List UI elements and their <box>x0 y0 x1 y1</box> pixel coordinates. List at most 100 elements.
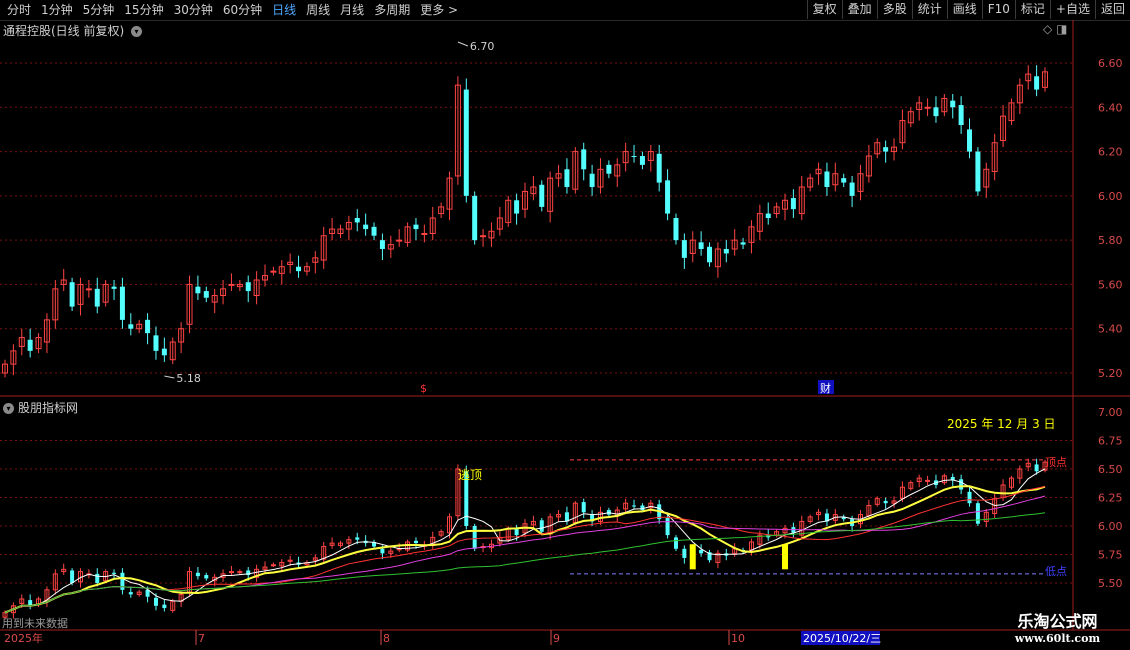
candle-body <box>682 548 687 558</box>
candle-body <box>195 286 201 294</box>
candle-body <box>195 572 200 577</box>
time-label: 10 <box>731 632 745 645</box>
main-panel-title: 通程控股(日线 前复权) ▾ <box>3 22 143 39</box>
candle-body <box>296 266 302 272</box>
candle-body <box>371 226 377 236</box>
candle-body <box>27 339 33 351</box>
candle-body <box>883 147 889 152</box>
candle-body <box>355 537 360 540</box>
panel-controls: ◇ ◨ <box>1043 22 1067 36</box>
candle-body <box>589 173 595 187</box>
candle-body <box>472 526 477 549</box>
watermark-line2: www.60lt.com <box>1014 632 1101 645</box>
y-tick-label: 6.00 <box>1098 190 1123 203</box>
candle-body <box>883 500 888 504</box>
candle-body <box>413 540 418 544</box>
candle-body <box>681 240 687 258</box>
candle-body <box>665 180 671 214</box>
top-label: 顶点 <box>1045 456 1067 469</box>
candle-body <box>95 573 100 583</box>
indicator-tick-label: 7.00 <box>1098 406 1123 419</box>
candle-body <box>631 156 637 157</box>
candle-body <box>958 105 964 125</box>
candle-body <box>539 184 545 207</box>
candle-body <box>959 479 964 490</box>
candle-body <box>514 200 520 214</box>
candle-body <box>203 291 209 298</box>
candle-body <box>145 319 151 334</box>
candle-body <box>363 224 369 230</box>
candle-body <box>975 503 980 524</box>
marker-cai: 财 <box>820 381 831 395</box>
escape-top-label: 逃顶 <box>458 468 482 482</box>
candle-body <box>924 106 931 109</box>
candle-body <box>270 564 276 567</box>
indicator-panel-title: ▾ 股朋指标网 <box>3 399 78 416</box>
marker-dollar: $ <box>420 382 427 395</box>
candle-body <box>740 242 746 245</box>
candle-body <box>480 235 487 238</box>
candle-body <box>673 218 679 241</box>
diamond-icon[interactable]: ◇ <box>1043 22 1052 36</box>
candle-body <box>128 592 133 595</box>
indicator-tick-label: 6.75 <box>1098 435 1123 448</box>
candle-body <box>849 182 855 196</box>
y-tick-label: 5.20 <box>1098 367 1123 380</box>
cursor-date: 2025/10/22/三 <box>803 632 881 645</box>
candle-body <box>153 597 158 606</box>
candle-body <box>967 129 973 152</box>
indicator-tick-label: 6.00 <box>1098 520 1123 533</box>
y-tick-label: 6.40 <box>1098 101 1123 114</box>
chart-area[interactable]: 6.60 6.40 6.20 6.00 5.80 5.60 5.40 5.20 7.00 6.75… <box>0 0 1130 650</box>
candle-body <box>564 169 570 187</box>
candle-body <box>975 151 981 192</box>
candle-body <box>1034 76 1040 90</box>
candle-body <box>153 335 159 351</box>
candle-body <box>245 282 251 292</box>
candle-body <box>699 549 704 554</box>
candle-body <box>85 288 92 291</box>
chevron-down-icon[interactable]: ▾ <box>131 26 143 37</box>
ma5-line <box>4 468 1046 614</box>
candle-body <box>640 505 645 511</box>
panel-toggle-icon[interactable]: ◨ <box>1056 22 1067 36</box>
watermark: 乐淘公式网 www.60lt.com <box>995 608 1120 645</box>
candle-body <box>581 149 587 170</box>
low-label: 5.18 <box>176 372 201 385</box>
candle-body <box>673 537 678 549</box>
candle-body <box>379 240 385 249</box>
candle-body <box>413 224 419 230</box>
indicator-title: 股朋指标网 <box>18 401 79 415</box>
candle-body <box>463 89 469 196</box>
candle-body <box>824 171 830 187</box>
candle-body <box>162 604 167 609</box>
signal-bar <box>689 544 696 570</box>
candle-body <box>707 246 713 263</box>
y-tick-label: 5.60 <box>1098 278 1123 291</box>
y-tick-label: 6.20 <box>1098 146 1123 159</box>
time-label: 2025年 <box>4 631 43 645</box>
time-label: 9 <box>553 632 560 645</box>
candle-body <box>925 479 931 482</box>
candle-body <box>723 249 729 254</box>
candle-body <box>632 505 637 507</box>
candle-body <box>841 178 847 183</box>
date-text: 2025 年 12 月 3 日 <box>947 417 1056 431</box>
candle-body <box>112 572 117 574</box>
candle-body <box>665 518 670 536</box>
candle-body <box>421 233 428 235</box>
candle-body <box>950 100 956 108</box>
chevron-down-icon[interactable]: ▾ <box>3 403 14 414</box>
indicator-tick-label: 5.50 <box>1098 577 1123 590</box>
candle-body <box>639 156 645 165</box>
watermark-line1: 乐淘公式网 <box>1017 612 1098 631</box>
high-pointer <box>457 41 469 47</box>
candle-body <box>69 282 75 307</box>
candle-body <box>161 348 167 356</box>
ma20-line <box>4 486 1046 614</box>
y-tick-label: 5.40 <box>1098 323 1123 336</box>
stock-title: 通程控股(日线 前复权) <box>3 24 125 38</box>
candle-body <box>111 286 117 289</box>
candle-body <box>396 239 403 242</box>
signal-bar <box>782 544 788 570</box>
